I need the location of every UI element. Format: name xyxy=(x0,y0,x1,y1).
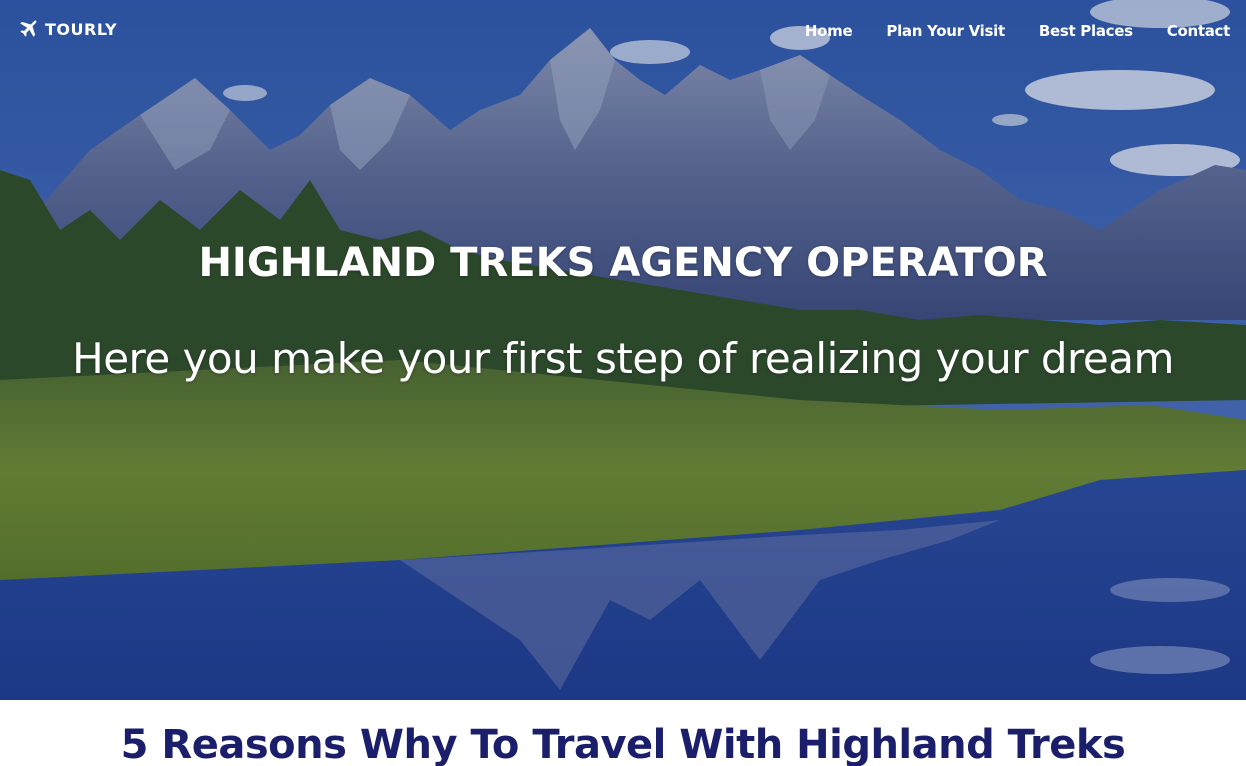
nav-link-best-places[interactable]: Best Places xyxy=(1039,22,1133,40)
hero-subtitle: Here you make your first step of realizi… xyxy=(72,334,1174,383)
brand-name: TOURLY xyxy=(45,19,118,39)
hero-section: TOURLY Home Plan Your Visit Best Places … xyxy=(0,0,1246,700)
hero-title: HIGHLAND TREKS AGENCY OPERATOR xyxy=(198,240,1048,286)
airplane-icon xyxy=(20,20,37,37)
top-navbar: TOURLY Home Plan Your Visit Best Places … xyxy=(0,0,1246,64)
reasons-section-heading: 5 Reasons Why To Travel With Highland Tr… xyxy=(120,722,1126,766)
nav-link-contact[interactable]: Contact xyxy=(1167,22,1231,40)
nav-menu: Home Plan Your Visit Best Places Contact xyxy=(805,22,1246,40)
nav-link-plan-your-visit[interactable]: Plan Your Visit xyxy=(886,22,1005,40)
brand-logo-link[interactable]: TOURLY xyxy=(17,18,117,40)
nav-link-home[interactable]: Home xyxy=(805,22,853,40)
